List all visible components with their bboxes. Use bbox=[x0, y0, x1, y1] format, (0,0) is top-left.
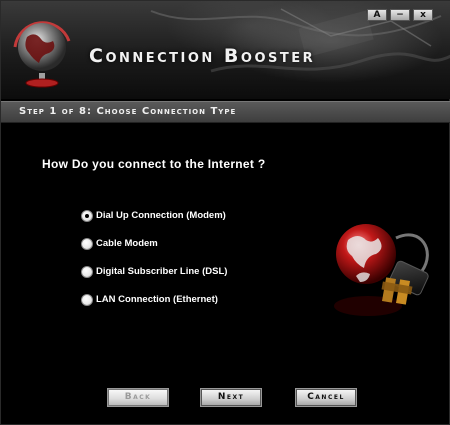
minimize-button[interactable]: − bbox=[390, 9, 410, 21]
option-dial-up[interactable]: Dial Up Connection (Modem) bbox=[81, 209, 227, 237]
radio-lan[interactable] bbox=[81, 294, 93, 306]
connection-type-options: Dial Up Connection (Modem) Cable Modem D… bbox=[81, 209, 227, 321]
back-button[interactable]: Back bbox=[107, 388, 169, 407]
option-cable-modem[interactable]: Cable Modem bbox=[81, 237, 227, 265]
close-button[interactable]: x bbox=[413, 9, 433, 21]
option-label-dial-up: Dial Up Connection (Modem) bbox=[96, 210, 226, 221]
option-label-lan: LAN Connection (Ethernet) bbox=[96, 294, 218, 305]
window-controls: A − x bbox=[367, 9, 433, 21]
header-banner: Connection Booster A − x bbox=[1, 1, 450, 99]
next-button[interactable]: Next bbox=[200, 388, 262, 407]
help-button[interactable]: A bbox=[367, 9, 387, 21]
option-label-dsl: Digital Subscriber Line (DSL) bbox=[96, 266, 228, 277]
step-title: Step 1 of 8: Choose Connection Type bbox=[19, 106, 237, 117]
radio-dsl[interactable] bbox=[81, 266, 93, 278]
wizard-buttons: Back Next Cancel bbox=[1, 388, 450, 407]
app-title: Connection Booster bbox=[89, 45, 316, 67]
option-lan[interactable]: LAN Connection (Ethernet) bbox=[81, 293, 227, 321]
cancel-button[interactable]: Cancel bbox=[295, 388, 357, 407]
globe-plug-icon bbox=[334, 224, 429, 316]
radio-dial-up[interactable] bbox=[81, 210, 93, 222]
question-text: How Do you connect to the Internet ? bbox=[42, 157, 266, 171]
wizard-window: Connection Booster A − x Step 1 of 8: Ch… bbox=[0, 0, 450, 425]
globe-stand-icon bbox=[13, 21, 71, 88]
option-label-cable-modem: Cable Modem bbox=[96, 238, 158, 249]
step-bar: Step 1 of 8: Choose Connection Type bbox=[1, 101, 450, 123]
radio-cable-modem[interactable] bbox=[81, 238, 93, 250]
option-dsl[interactable]: Digital Subscriber Line (DSL) bbox=[81, 265, 227, 293]
